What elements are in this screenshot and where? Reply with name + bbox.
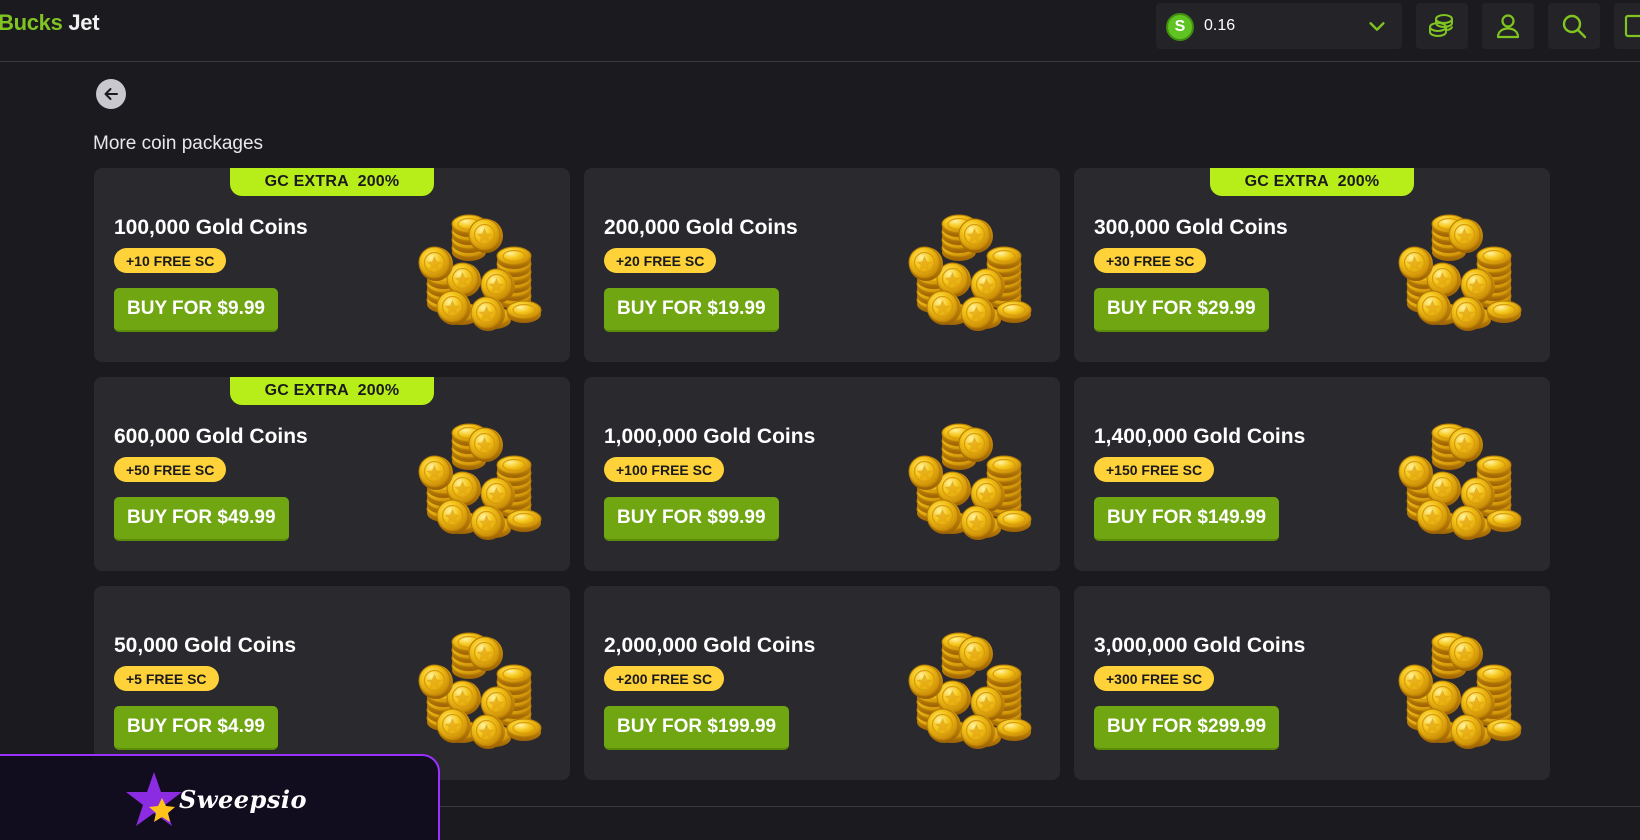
package-title: 300,000 Gold Coins: [1094, 216, 1288, 239]
menu-button[interactable]: [1614, 3, 1640, 49]
coin-package-card[interactable]: 1,000,000 Gold Coins +100 FREE SC BUY FOR …: [584, 377, 1060, 571]
buy-button[interactable]: BUY FOR $9.99: [114, 288, 278, 332]
free-sc-badge: +300 FREE SC: [1094, 666, 1215, 691]
package-title: 200,000 Gold Coins: [604, 216, 798, 239]
coin-package-card[interactable]: 3,000,000 Gold Coins +300 FREE SC BUY FOR …: [1074, 586, 1550, 780]
search-icon: [1562, 14, 1587, 39]
free-sc-badge: +150 FREE SC: [1094, 457, 1215, 482]
section-title: More coin packages: [93, 133, 264, 154]
package-title: 100,000 Gold Coins: [114, 216, 308, 239]
sweepsio-watermark: Sweepsio: [0, 754, 440, 840]
coin-package-card[interactable]: 200,000 Gold Coins +20 FREE SC BUY FOR $19…: [584, 168, 1060, 362]
site-logo[interactable]: Bucks Jet: [0, 10, 100, 36]
logo-part1: Bucks: [0, 10, 63, 35]
coins-button[interactable]: [1416, 3, 1468, 49]
gold-coins-icon: [904, 626, 1034, 750]
coin-package-card[interactable]: GC EXTRA 200% 600,000 Gold Coins +50 FREE …: [94, 377, 570, 571]
gold-coins-icon: [1394, 626, 1524, 750]
package-title: 2,000,000 Gold Coins: [604, 634, 816, 657]
coin-package-card[interactable]: GC EXTRA 200% 100,000 Gold Coins +10 FREE …: [94, 168, 570, 362]
sweeps-coin-icon: S: [1166, 13, 1194, 41]
free-sc-badge: +5 FREE SC: [114, 666, 219, 691]
package-title: 1,400,000 Gold Coins: [1094, 425, 1306, 448]
package-title: 1,000,000 Gold Coins: [604, 425, 816, 448]
coin-package-card[interactable]: 50,000 Gold Coins +5 FREE SC BUY FOR $4.99: [94, 586, 570, 780]
buy-button[interactable]: BUY FOR $29.99: [1094, 288, 1269, 332]
buy-button[interactable]: BUY FOR $199.99: [604, 706, 790, 750]
free-sc-badge: +30 FREE SC: [1094, 248, 1207, 273]
logo-part2: Jet: [68, 10, 100, 35]
buy-button[interactable]: BUY FOR $99.99: [604, 497, 779, 541]
free-sc-badge: +100 FREE SC: [604, 457, 725, 482]
gold-coins-icon: [1394, 417, 1524, 541]
promo-ribbon: GC EXTRA 200%: [1210, 168, 1414, 196]
star-logo-icon: [126, 772, 182, 826]
coin-package-card[interactable]: 1,400,000 Gold Coins +150 FREE SC BUY FOR …: [1074, 377, 1550, 571]
profile-button[interactable]: [1482, 3, 1534, 49]
buy-button[interactable]: BUY FOR $19.99: [604, 288, 779, 332]
coin-package-card[interactable]: GC EXTRA 200% 300,000 Gold Coins +30 FREE …: [1074, 168, 1550, 362]
gold-coins-icon: [414, 417, 544, 541]
promo-ribbon: GC EXTRA 200%: [230, 168, 434, 196]
package-title: 600,000 Gold Coins: [114, 425, 308, 448]
buy-button[interactable]: BUY FOR $4.99: [114, 706, 278, 750]
chevron-down-icon[interactable]: [1366, 15, 1388, 37]
gold-coins-icon: [414, 626, 544, 750]
coins-icon: [1429, 14, 1453, 38]
balance-amount: 0.16: [1204, 17, 1236, 34]
user-icon: [1496, 14, 1520, 39]
buy-button[interactable]: BUY FOR $299.99: [1094, 706, 1280, 750]
coin-package-card[interactable]: 2,000,000 Gold Coins +200 FREE SC BUY FOR …: [584, 586, 1060, 780]
gold-coins-icon: [414, 208, 544, 332]
package-title: 3,000,000 Gold Coins: [1094, 634, 1306, 657]
search-button[interactable]: [1548, 3, 1600, 49]
menu-icon: [1624, 14, 1640, 38]
gold-coins-icon: [904, 208, 1034, 332]
top-bar: Bucks Jet S 0.16: [0, 0, 1640, 62]
free-sc-badge: +20 FREE SC: [604, 248, 717, 273]
buy-button[interactable]: BUY FOR $149.99: [1094, 497, 1280, 541]
arrow-left-icon: [104, 88, 118, 100]
gold-coins-icon: [1394, 208, 1524, 332]
gold-coins-icon: [904, 417, 1034, 541]
free-sc-badge: +10 FREE SC: [114, 248, 227, 273]
buy-button[interactable]: BUY FOR $49.99: [114, 497, 289, 541]
promo-ribbon: GC EXTRA 200%: [230, 377, 434, 405]
balance-selector[interactable]: S 0.16: [1156, 3, 1402, 49]
watermark-text: Sweepsio: [179, 785, 307, 814]
back-button[interactable]: [96, 79, 126, 109]
package-title: 50,000 Gold Coins: [114, 634, 297, 657]
free-sc-badge: +200 FREE SC: [604, 666, 725, 691]
free-sc-badge: +50 FREE SC: [114, 457, 227, 482]
